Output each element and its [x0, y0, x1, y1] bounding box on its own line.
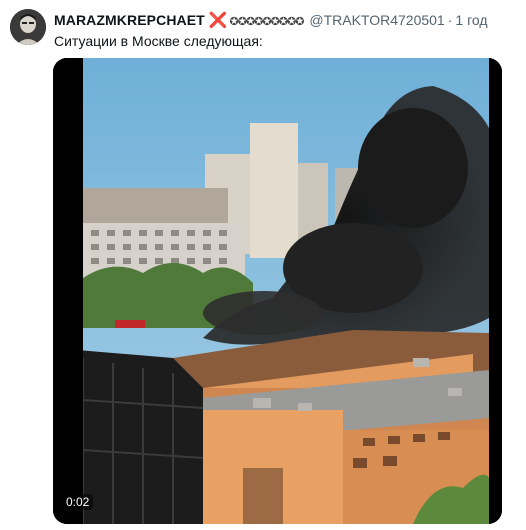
author-handle[interactable]: @TRAKTOR4720501	[309, 12, 444, 28]
avatar[interactable]	[10, 9, 46, 45]
tweet-header: MARAZMKREPCHAET ❌ ✪✪✪✪✪✪✪✪✪ @TRAKTOR472050…	[54, 11, 520, 29]
author-display-name[interactable]: MARAZMKREPCHAET	[54, 12, 205, 28]
tweet[interactable]: MARAZMKREPCHAET ❌ ✪✪✪✪✪✪✪✪✪ @TRAKTOR472050…	[0, 0, 526, 530]
star-emoji-row: ✪✪✪✪✪✪✪✪✪	[229, 16, 305, 28]
video-duration-badge: 0:02	[62, 494, 94, 510]
video-frame	[53, 58, 489, 524]
video-player[interactable]	[53, 58, 502, 524]
tweet-timestamp[interactable]: 1 год	[455, 12, 487, 28]
cross-mark-icon: ❌	[208, 12, 228, 29]
separator-dot: ·	[447, 12, 453, 28]
tweet-text: Ситуации в Москве следующая:	[54, 33, 263, 49]
letterbox-right	[489, 58, 502, 524]
letterbox-left	[53, 58, 83, 524]
